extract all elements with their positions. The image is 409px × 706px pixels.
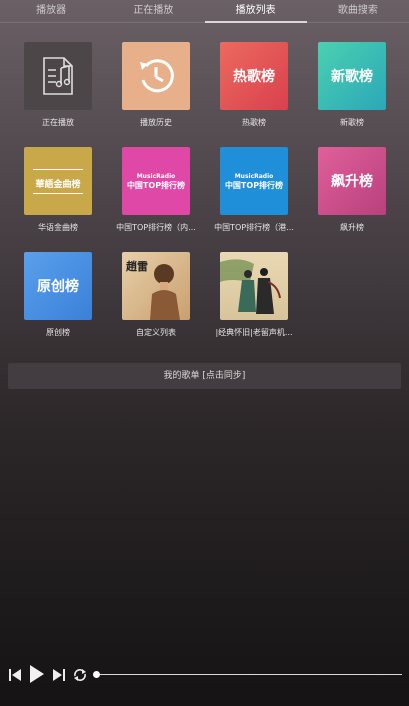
playlist-caption: |经典怀旧|老留声机... bbox=[215, 328, 293, 337]
playlist-tile-custom[interactable]: 趙雷 自定义列表 bbox=[122, 252, 190, 337]
tab-player[interactable]: 播放器 bbox=[0, 0, 102, 22]
playlist-caption: 中国TOP排行榜（港... bbox=[214, 223, 294, 232]
player-bar bbox=[0, 660, 409, 690]
cover-text: 中国TOP排行榜 bbox=[224, 180, 284, 190]
playlist-caption: 飙升榜 bbox=[340, 223, 364, 232]
playlist-tile-new[interactable]: 新歌榜 新歌榜 bbox=[318, 42, 386, 127]
custom-album-cover: 趙雷 bbox=[122, 252, 190, 320]
hot-cover: 热歌榜 bbox=[220, 42, 288, 110]
history-cover bbox=[122, 42, 190, 110]
playlist-caption: 新歌榜 bbox=[340, 118, 364, 127]
rising-cover: 飙升榜 bbox=[318, 147, 386, 215]
playlist-caption: 热歌榜 bbox=[242, 118, 266, 127]
repeat-icon bbox=[74, 669, 86, 681]
tab-song-search[interactable]: 歌曲搜索 bbox=[307, 0, 409, 22]
playlist-caption: 原创榜 bbox=[46, 328, 70, 337]
history-clock-icon bbox=[140, 59, 174, 93]
progress-track[interactable] bbox=[96, 674, 402, 675]
next-button[interactable] bbox=[52, 667, 66, 683]
cover-brand: MusicRadio bbox=[136, 172, 176, 180]
playlist-tile-rising[interactable]: 飙升榜 飙升榜 bbox=[318, 147, 386, 232]
playlist-tile-original[interactable]: 原创榜 原创榜 bbox=[24, 252, 92, 337]
china-top-mainland-cover: MusicRadio 中国TOP排行榜 bbox=[122, 147, 190, 215]
playlist-caption: 播放历史 bbox=[140, 118, 172, 127]
repeat-button[interactable] bbox=[72, 667, 88, 683]
cover-text: 新歌榜 bbox=[331, 69, 373, 85]
playlist-tile-china-top-hk[interactable]: MusicRadio 中国TOP排行榜 中国TOP排行榜（港... bbox=[214, 147, 294, 232]
progress-thumb[interactable] bbox=[93, 671, 100, 678]
cover-text: 原创榜 bbox=[37, 279, 79, 295]
cover-text: 華語金曲榜 bbox=[35, 179, 81, 190]
skip-previous-icon bbox=[9, 669, 21, 681]
couple-painting-art bbox=[220, 259, 281, 314]
playlist-caption: 自定义列表 bbox=[136, 328, 176, 337]
playlist-tile-mandarin-gold[interactable]: 華語金曲榜 华语金曲榜 bbox=[24, 147, 92, 232]
playlist-caption: 正在播放 bbox=[42, 118, 74, 127]
music-doc-icon bbox=[43, 57, 73, 95]
tab-playlist[interactable]: 播放列表 bbox=[204, 0, 308, 23]
playlist-tile-china-top-mainland[interactable]: MusicRadio 中国TOP排行榜 中国TOP排行榜（内... bbox=[116, 147, 196, 232]
playlist-tile-history[interactable]: 播放历史 bbox=[122, 42, 190, 127]
playlist-tile-hot[interactable]: 热歌榜 热歌榜 bbox=[220, 42, 288, 127]
new-cover: 新歌榜 bbox=[318, 42, 386, 110]
now-playing-cover bbox=[24, 42, 92, 110]
cover-text: 飙升榜 bbox=[331, 174, 373, 190]
cover-brand: MusicRadio bbox=[234, 172, 274, 180]
tab-now-playing[interactable]: 正在播放 bbox=[102, 0, 204, 22]
tab-bar: 播放器 正在播放 播放列表 歌曲搜索 bbox=[0, 0, 409, 23]
classic-nostalgia-cover bbox=[220, 252, 288, 320]
skip-next-icon bbox=[53, 669, 65, 681]
playlist-tile-now-playing[interactable]: 正在播放 bbox=[24, 42, 92, 127]
cover-text: 中国TOP排行榜 bbox=[126, 180, 186, 190]
playlist-tile-classic-nostalgia[interactable]: |经典怀旧|老留声机... bbox=[215, 252, 293, 337]
my-playlists-sync-button[interactable]: 我的歌单 [点击同步] bbox=[8, 363, 401, 389]
play-button[interactable] bbox=[28, 663, 46, 685]
cover-text: 热歌榜 bbox=[233, 69, 275, 85]
playlist-caption: 中国TOP排行榜（内... bbox=[116, 223, 196, 232]
original-cover: 原创榜 bbox=[24, 252, 92, 320]
cover-text: 趙雷 bbox=[126, 260, 148, 273]
cover-frame: 華語金曲榜 bbox=[33, 168, 83, 194]
previous-button[interactable] bbox=[8, 667, 22, 683]
play-icon bbox=[30, 665, 44, 683]
china-top-hk-cover: MusicRadio 中国TOP排行榜 bbox=[220, 147, 288, 215]
mandarin-gold-cover: 華語金曲榜 bbox=[24, 147, 92, 215]
playlist-caption: 华语金曲榜 bbox=[38, 223, 78, 232]
